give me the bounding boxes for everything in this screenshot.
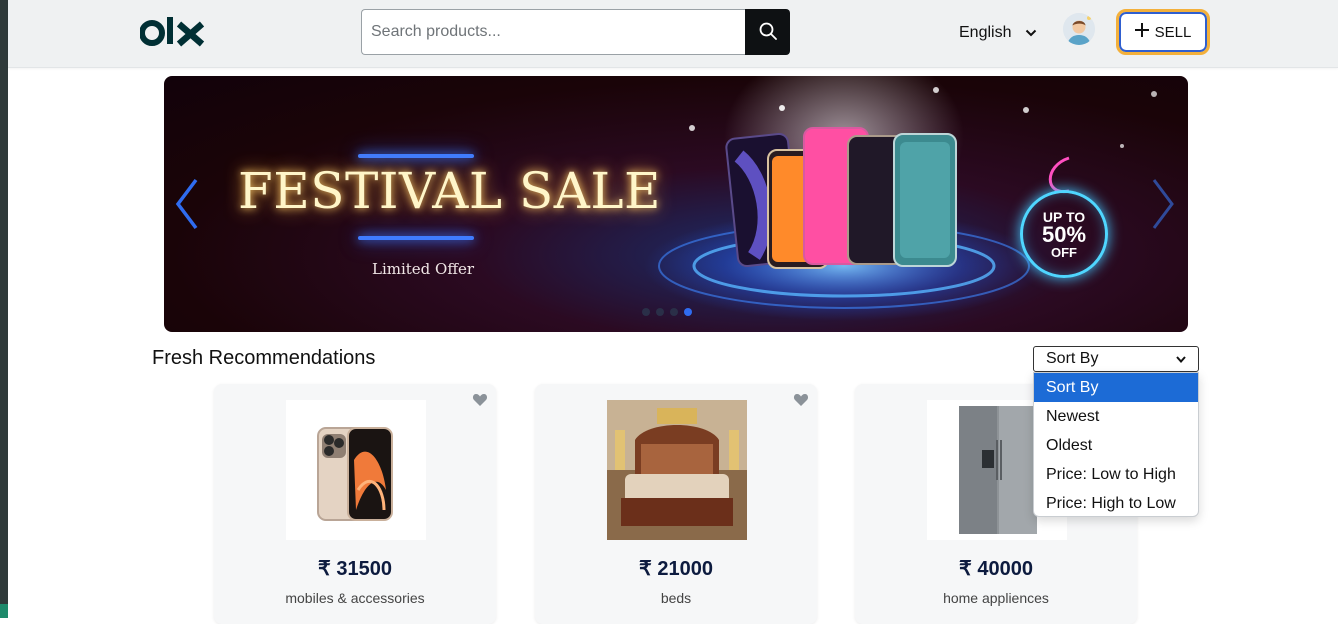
promo-banner: FESTIVAL SALE Limited Offer UP TO 50% OF…	[164, 76, 1188, 332]
carousel-indicators	[642, 308, 692, 316]
product-card[interactable]: ₹ 31500 mobiles & accessories	[214, 384, 496, 624]
sell-button[interactable]: SELL	[1116, 9, 1210, 55]
heart-icon[interactable]	[472, 392, 488, 408]
sell-label: SELL	[1154, 23, 1192, 41]
carousel-next-button[interactable]	[1148, 176, 1178, 232]
sort-option[interactable]: Price: High to Low	[1034, 489, 1198, 516]
carousel-prev-button[interactable]	[172, 176, 202, 232]
search-icon	[759, 22, 777, 43]
chevron-down-icon	[1176, 350, 1186, 368]
sort-option[interactable]: Sort By	[1034, 373, 1198, 402]
sort-option[interactable]: Price: Low to High	[1034, 460, 1198, 489]
product-price: ₹ 31500	[318, 558, 392, 580]
page: English SELL	[8, 0, 1338, 624]
carousel-dot[interactable]	[670, 308, 678, 316]
product-image	[607, 400, 747, 540]
carousel-dot[interactable]	[656, 308, 664, 316]
heart-icon[interactable]	[793, 392, 809, 408]
banner-glow-line-top	[358, 154, 474, 158]
banner-subtitle: Limited Offer	[372, 260, 475, 278]
product-price: ₹ 21000	[639, 558, 713, 580]
olx-logo[interactable]	[139, 14, 210, 50]
window-edge	[0, 0, 8, 618]
product-category: beds	[660, 590, 692, 606]
banner-glow-line-bottom	[358, 236, 474, 240]
badge-line-3: OFF	[1051, 244, 1077, 260]
chevron-down-icon	[1025, 24, 1037, 42]
badge-line-2: 50%	[1041, 221, 1087, 247]
section-title: Fresh Recommendations	[152, 347, 376, 369]
carousel-dot[interactable]	[684, 308, 692, 316]
product-category: home appliences	[943, 590, 1049, 606]
user-avatar[interactable]	[1063, 13, 1095, 45]
product-price: ₹ 40000	[959, 558, 1033, 580]
plus-icon	[1134, 23, 1149, 41]
discount-badge: UP TO 50% OFF	[1020, 190, 1108, 278]
product-image	[286, 400, 426, 540]
top-header: English SELL	[8, 0, 1338, 68]
language-selector[interactable]: English	[959, 22, 1037, 44]
search-input[interactable]	[361, 9, 746, 55]
banner-title: FESTIVAL SALE	[238, 162, 662, 220]
sort-option[interactable]: Newest	[1034, 402, 1198, 431]
language-label: English	[959, 24, 1012, 41]
product-category: mobiles & accessories	[285, 590, 425, 606]
sort-option[interactable]: Oldest	[1034, 431, 1198, 460]
sort-select[interactable]: Sort By	[1033, 346, 1199, 372]
sort-selected-value: Sort By	[1046, 350, 1099, 367]
chevron-left-icon	[175, 178, 198, 230]
chevron-right-icon	[1152, 179, 1174, 229]
product-card[interactable]: ₹ 21000 beds	[535, 384, 817, 624]
sort-dropdown-list: Sort By Newest Oldest Price: Low to High…	[1033, 372, 1199, 517]
search-button[interactable]	[745, 9, 790, 55]
carousel-dot[interactable]	[642, 308, 650, 316]
search-bar	[361, 9, 790, 55]
